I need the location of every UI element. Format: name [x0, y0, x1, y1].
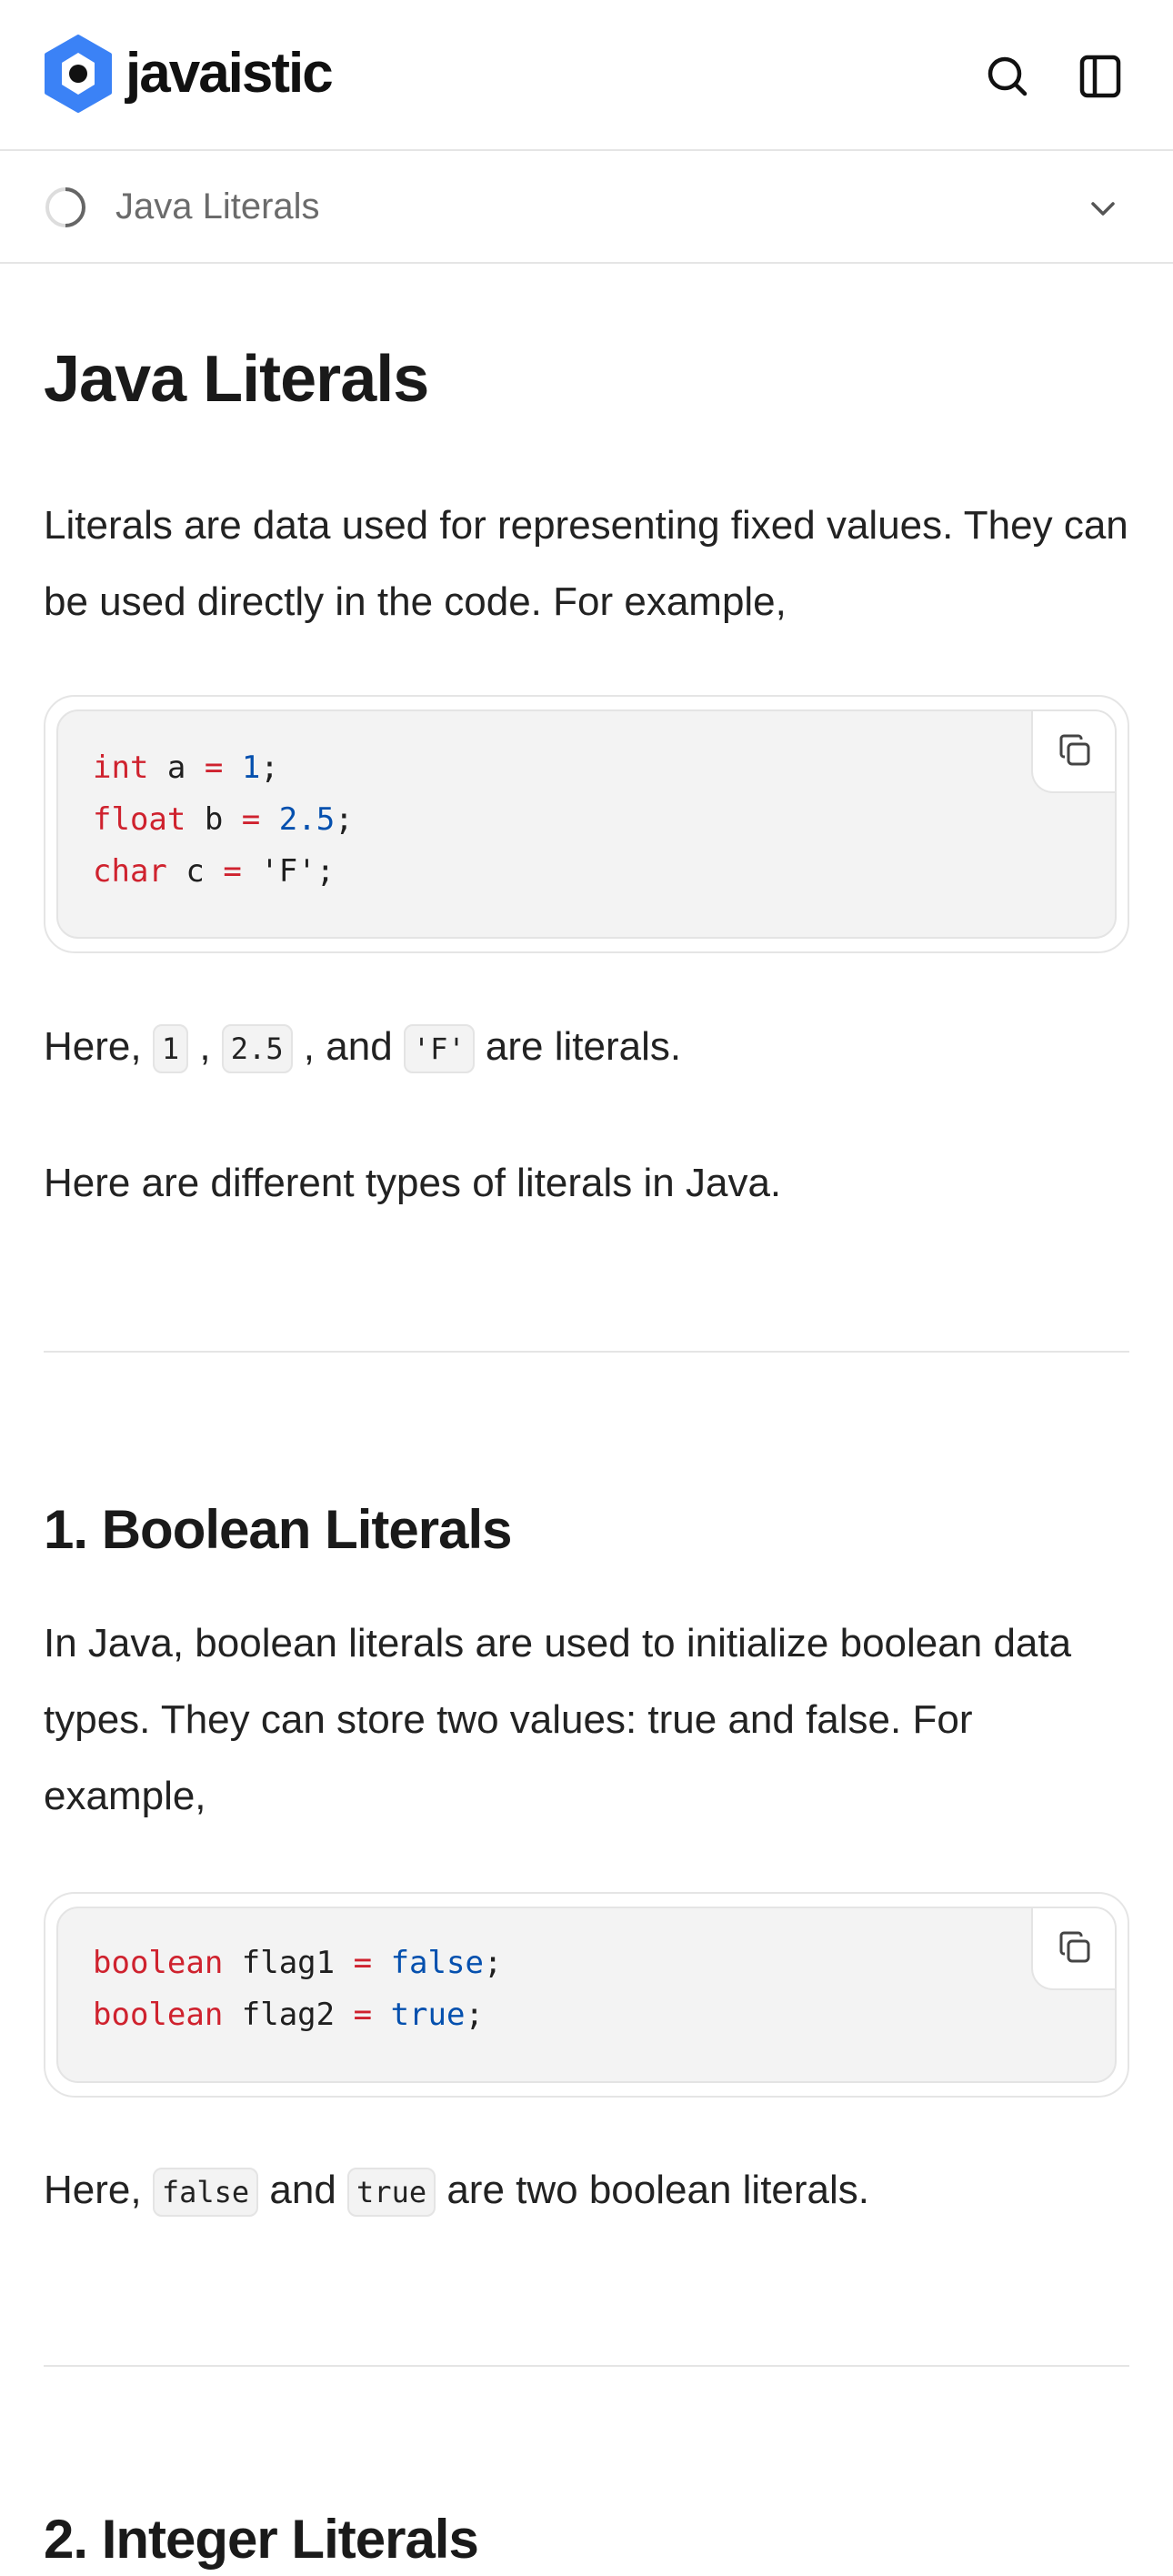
section-heading-integer: 2. Integer Literals	[44, 2509, 479, 2570]
code-line: float b = 2.5;	[93, 794, 354, 846]
javaistic-logo-icon	[45, 35, 112, 113]
code-keyword: float	[93, 801, 186, 838]
code-block-1: int a = 1; float b = 2.5; char c = 'F';	[44, 695, 1129, 953]
inline-code: 'F'	[403, 1024, 475, 1074]
chevron-down-icon	[1091, 202, 1115, 216]
code-literal: 1	[241, 750, 261, 786]
code-keyword: =	[223, 853, 242, 890]
code-content: boolean flag1 = false; boolean flag2 = tr…	[93, 1937, 502, 2041]
progress-ring-icon	[45, 187, 85, 227]
code-keyword: int	[93, 750, 149, 786]
copy-button[interactable]	[1031, 711, 1115, 793]
code-keyword: boolean	[93, 1997, 224, 2033]
brand-name: javaistic	[125, 42, 334, 105]
code-line: char c = 'F';	[93, 846, 354, 898]
code-block-2: boolean flag1 = false; boolean flag2 = tr…	[44, 1892, 1129, 2098]
code-text: ;	[335, 801, 354, 838]
sidebar-toggle-button[interactable]	[1071, 47, 1129, 106]
inline-code: 2.5	[221, 1024, 293, 1074]
code-line: int a = 1;	[93, 742, 354, 794]
copy-icon	[1059, 734, 1090, 766]
code-text: a	[148, 750, 205, 786]
code-keyword: boolean	[93, 1945, 224, 1981]
code-literal: 2.5	[278, 801, 336, 838]
code-text: c	[166, 853, 224, 890]
boolean-note: Here, false and true are two boolean lit…	[44, 2152, 1135, 2230]
code-text: flag2	[223, 1997, 354, 2033]
brand-logo[interactable]: javaistic	[44, 35, 334, 113]
section-heading-boolean: 1. Boolean Literals	[44, 1499, 512, 1560]
top-header: javaistic	[0, 0, 1173, 151]
divider	[44, 1351, 1129, 1353]
inline-code: 1	[152, 1024, 189, 1074]
code-literal: true	[390, 1997, 466, 2033]
code-text: b	[185, 801, 242, 838]
code-literal: false	[390, 1945, 484, 1981]
search-button[interactable]	[978, 47, 1037, 106]
breadcrumb-label: Java Literals	[115, 186, 320, 226]
literals-note: Here, 1 , 2.5 , and 'F' are literals.	[44, 1009, 1135, 1087]
page-nav-dropdown[interactable]: Java Literals	[0, 151, 1173, 264]
code-line: boolean flag1 = false;	[93, 1937, 502, 1989]
code-line: boolean flag2 = true;	[93, 1989, 502, 2041]
boolean-paragraph: In Java, boolean literals are used to in…	[44, 1621, 1072, 1818]
code-keyword: =	[353, 1997, 373, 2033]
code-keyword: =	[353, 1945, 373, 1981]
sidebar-toggle-icon	[1079, 55, 1121, 98]
copy-icon	[1059, 1931, 1090, 1963]
code-text: ;	[483, 1945, 503, 1981]
code-keyword: =	[204, 750, 224, 786]
inline-code: false	[152, 2168, 259, 2218]
code-text: flag1	[223, 1945, 354, 1981]
code-text: ;	[260, 750, 279, 786]
code-keyword: =	[241, 801, 261, 838]
code-text: ;	[465, 1997, 484, 2033]
inline-code: true	[347, 2168, 436, 2218]
code-content: int a = 1; float b = 2.5; char c = 'F';	[93, 742, 354, 898]
types-paragraph: Here are different types of literals in …	[44, 1161, 782, 1205]
copy-button[interactable]	[1031, 1908, 1115, 1990]
search-icon	[988, 56, 1028, 96]
intro-paragraph: Literals are data used for representing …	[44, 503, 1128, 624]
divider	[44, 2365, 1129, 2367]
code-keyword: char	[93, 853, 167, 890]
page-title: Java Literals	[44, 343, 429, 416]
code-text: 'F';	[241, 853, 336, 890]
